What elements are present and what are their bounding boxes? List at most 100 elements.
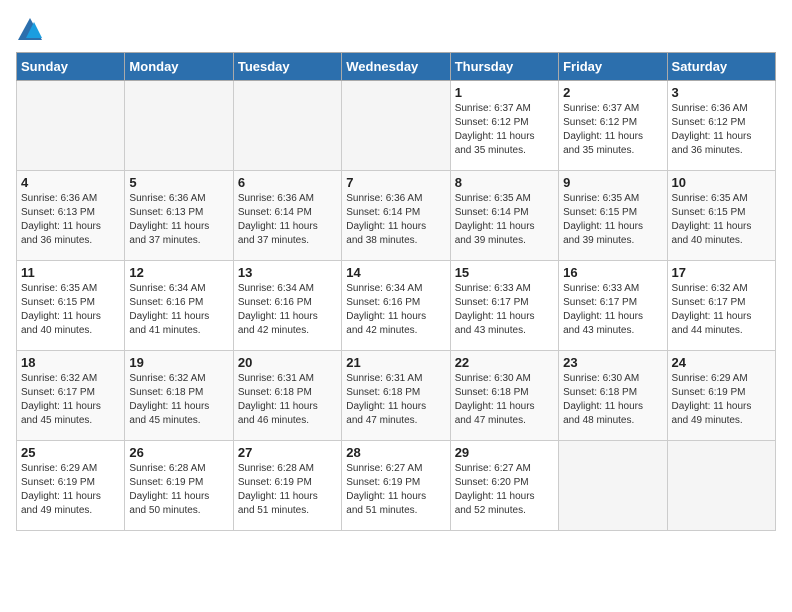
calendar-cell: 27 Sunrise: 6:28 AMSunset: 6:19 PMDayligh… <box>233 441 341 531</box>
day-number: 6 <box>238 175 337 190</box>
day-number: 17 <box>672 265 771 280</box>
day-number: 5 <box>129 175 228 190</box>
day-header-wednesday: Wednesday <box>342 53 450 81</box>
day-number: 23 <box>563 355 662 370</box>
day-number: 25 <box>21 445 120 460</box>
day-info: Sunrise: 6:36 AMSunset: 6:14 PMDaylight:… <box>346 192 445 248</box>
calendar-cell: 26 Sunrise: 6:28 AMSunset: 6:19 PMDayligh… <box>125 441 233 531</box>
calendar-cell: 10 Sunrise: 6:35 AMSunset: 6:15 PMDayligh… <box>667 171 775 261</box>
day-header-friday: Friday <box>559 53 667 81</box>
day-number: 28 <box>346 445 445 460</box>
calendar-cell: 7 Sunrise: 6:36 AMSunset: 6:14 PMDaylight… <box>342 171 450 261</box>
calendar-cell: 22 Sunrise: 6:30 AMSunset: 6:18 PMDayligh… <box>450 351 558 441</box>
logo <box>16 16 46 44</box>
day-number: 4 <box>21 175 120 190</box>
calendar-cell: 5 Sunrise: 6:36 AMSunset: 6:13 PMDaylight… <box>125 171 233 261</box>
day-number: 22 <box>455 355 554 370</box>
calendar-cell: 17 Sunrise: 6:32 AMSunset: 6:17 PMDayligh… <box>667 261 775 351</box>
day-info: Sunrise: 6:33 AMSunset: 6:17 PMDaylight:… <box>563 282 662 338</box>
calendar-cell: 6Sunrise: 6:36 AMSunset: 6:14 PMDaylight… <box>233 171 341 261</box>
day-info: Sunrise: 6:34 AMSunset: 6:16 PMDaylight:… <box>346 282 445 338</box>
calendar-cell: 29Sunrise: 6:27 AMSunset: 6:20 PMDayligh… <box>450 441 558 531</box>
calendar-cell: 16 Sunrise: 6:33 AMSunset: 6:17 PMDayligh… <box>559 261 667 351</box>
day-number: 16 <box>563 265 662 280</box>
calendar-body: 1 Sunrise: 6:37 AMSunset: 6:12 PMDaylight… <box>17 81 776 531</box>
day-header-sunday: Sunday <box>17 53 125 81</box>
day-number: 7 <box>346 175 445 190</box>
day-info: Sunrise: 6:27 AMSunset: 6:20 PMDaylight:… <box>455 462 554 518</box>
day-info: Sunrise: 6:36 AMSunset: 6:13 PMDaylight:… <box>129 192 228 248</box>
calendar-cell: 8Sunrise: 6:35 AMSunset: 6:14 PMDaylight… <box>450 171 558 261</box>
calendar-week-1: 1 Sunrise: 6:37 AMSunset: 6:12 PMDaylight… <box>17 81 776 171</box>
day-number: 1 <box>455 85 554 100</box>
calendar-cell: 9 Sunrise: 6:35 AMSunset: 6:15 PMDaylight… <box>559 171 667 261</box>
calendar-cell: 13 Sunrise: 6:34 AMSunset: 6:16 PMDayligh… <box>233 261 341 351</box>
day-info: Sunrise: 6:27 AMSunset: 6:19 PMDaylight:… <box>346 462 445 518</box>
day-header-saturday: Saturday <box>667 53 775 81</box>
calendar-cell <box>233 81 341 171</box>
calendar-cell: 20 Sunrise: 6:31 AMSunset: 6:18 PMDayligh… <box>233 351 341 441</box>
day-number: 15 <box>455 265 554 280</box>
day-info: Sunrise: 6:32 AMSunset: 6:17 PMDaylight:… <box>21 372 120 428</box>
day-info: Sunrise: 6:36 AMSunset: 6:13 PMDaylight:… <box>21 192 120 248</box>
day-info: Sunrise: 6:37 AMSunset: 6:12 PMDaylight:… <box>563 102 662 158</box>
day-info: Sunrise: 6:35 AMSunset: 6:15 PMDaylight:… <box>21 282 120 338</box>
calendar-week-3: 11 Sunrise: 6:35 AMSunset: 6:15 PMDayligh… <box>17 261 776 351</box>
day-number: 24 <box>672 355 771 370</box>
day-header-thursday: Thursday <box>450 53 558 81</box>
day-number: 9 <box>563 175 662 190</box>
day-number: 26 <box>129 445 228 460</box>
day-number: 21 <box>346 355 445 370</box>
calendar-cell: 14 Sunrise: 6:34 AMSunset: 6:16 PMDayligh… <box>342 261 450 351</box>
calendar-header-row: SundayMondayTuesdayWednesdayThursdayFrid… <box>17 53 776 81</box>
day-info: Sunrise: 6:31 AMSunset: 6:18 PMDaylight:… <box>238 372 337 428</box>
calendar-week-4: 18 Sunrise: 6:32 AMSunset: 6:17 PMDayligh… <box>17 351 776 441</box>
calendar-week-5: 25 Sunrise: 6:29 AMSunset: 6:19 PMDayligh… <box>17 441 776 531</box>
day-number: 14 <box>346 265 445 280</box>
calendar-cell <box>17 81 125 171</box>
logo-icon <box>16 16 44 44</box>
day-info: Sunrise: 6:29 AMSunset: 6:19 PMDaylight:… <box>21 462 120 518</box>
day-info: Sunrise: 6:35 AMSunset: 6:15 PMDaylight:… <box>672 192 771 248</box>
day-number: 20 <box>238 355 337 370</box>
calendar-cell: 24 Sunrise: 6:29 AMSunset: 6:19 PMDayligh… <box>667 351 775 441</box>
day-number: 13 <box>238 265 337 280</box>
day-info: Sunrise: 6:31 AMSunset: 6:18 PMDaylight:… <box>346 372 445 428</box>
calendar-cell: 1 Sunrise: 6:37 AMSunset: 6:12 PMDaylight… <box>450 81 558 171</box>
day-info: Sunrise: 6:33 AMSunset: 6:17 PMDaylight:… <box>455 282 554 338</box>
calendar-cell <box>559 441 667 531</box>
day-info: Sunrise: 6:28 AMSunset: 6:19 PMDaylight:… <box>129 462 228 518</box>
day-number: 8 <box>455 175 554 190</box>
day-info: Sunrise: 6:37 AMSunset: 6:12 PMDaylight:… <box>455 102 554 158</box>
calendar-cell: 23 Sunrise: 6:30 AMSunset: 6:18 PMDayligh… <box>559 351 667 441</box>
day-number: 2 <box>563 85 662 100</box>
day-info: Sunrise: 6:34 AMSunset: 6:16 PMDaylight:… <box>238 282 337 338</box>
day-number: 27 <box>238 445 337 460</box>
day-info: Sunrise: 6:28 AMSunset: 6:19 PMDaylight:… <box>238 462 337 518</box>
calendar-cell <box>125 81 233 171</box>
day-number: 11 <box>21 265 120 280</box>
calendar-cell: 12Sunrise: 6:34 AMSunset: 6:16 PMDayligh… <box>125 261 233 351</box>
calendar-cell <box>667 441 775 531</box>
calendar-cell: 21 Sunrise: 6:31 AMSunset: 6:18 PMDayligh… <box>342 351 450 441</box>
day-number: 3 <box>672 85 771 100</box>
day-info: Sunrise: 6:32 AMSunset: 6:17 PMDaylight:… <box>672 282 771 338</box>
day-header-monday: Monday <box>125 53 233 81</box>
calendar-cell: 25 Sunrise: 6:29 AMSunset: 6:19 PMDayligh… <box>17 441 125 531</box>
day-number: 10 <box>672 175 771 190</box>
page-header <box>16 16 776 44</box>
day-number: 19 <box>129 355 228 370</box>
calendar-week-2: 4 Sunrise: 6:36 AMSunset: 6:13 PMDaylight… <box>17 171 776 261</box>
calendar-cell: 15 Sunrise: 6:33 AMSunset: 6:17 PMDayligh… <box>450 261 558 351</box>
day-info: Sunrise: 6:30 AMSunset: 6:18 PMDaylight:… <box>455 372 554 428</box>
day-info: Sunrise: 6:36 AMSunset: 6:12 PMDaylight:… <box>672 102 771 158</box>
calendar-cell <box>342 81 450 171</box>
calendar-cell: 19Sunrise: 6:32 AMSunset: 6:18 PMDayligh… <box>125 351 233 441</box>
day-info: Sunrise: 6:35 AMSunset: 6:15 PMDaylight:… <box>563 192 662 248</box>
day-info: Sunrise: 6:29 AMSunset: 6:19 PMDaylight:… <box>672 372 771 428</box>
day-number: 18 <box>21 355 120 370</box>
day-info: Sunrise: 6:34 AMSunset: 6:16 PMDaylight:… <box>129 282 228 338</box>
calendar-table: SundayMondayTuesdayWednesdayThursdayFrid… <box>16 52 776 531</box>
day-info: Sunrise: 6:30 AMSunset: 6:18 PMDaylight:… <box>563 372 662 428</box>
calendar-cell: 18 Sunrise: 6:32 AMSunset: 6:17 PMDayligh… <box>17 351 125 441</box>
